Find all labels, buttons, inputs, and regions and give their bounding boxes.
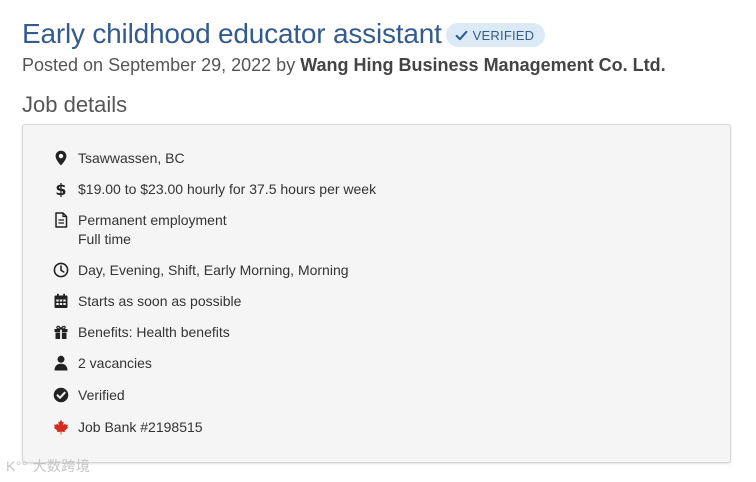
- detail-vacancies: 2 vacancies: [52, 354, 152, 373]
- watermark-text: 大数跨境: [32, 458, 91, 474]
- dollar-icon: $: [52, 180, 70, 198]
- employer-name: Wang Hing Business Management Co. Ltd.: [300, 55, 666, 75]
- detail-location: Tsawwassen, BC: [52, 149, 185, 168]
- job-title: Early childhood educator assistant: [22, 18, 442, 49]
- posted-date-text: Posted on September 29, 2022 by: [22, 55, 296, 75]
- detail-salary-text: $19.00 to $23.00 hourly for 37.5 hours p…: [78, 181, 377, 197]
- clock-icon: [52, 261, 70, 279]
- posted-line: Posted on September 29, 2022 by Wang Hin…: [22, 53, 746, 77]
- detail-job-bank-number: Job Bank #2198515: [52, 418, 203, 437]
- detail-schedule: Day, Evening, Shift, Early Morning, Morn…: [52, 261, 349, 280]
- svg-text:$: $: [55, 181, 66, 197]
- detail-verified-text: Verified: [78, 387, 125, 403]
- detail-schedule-text: Day, Evening, Shift, Early Morning, Morn…: [78, 262, 349, 278]
- checkmark-icon: [455, 30, 468, 40]
- detail-location-text: Tsawwassen, BC: [78, 150, 185, 166]
- detail-employment-hours: Full time: [78, 231, 131, 247]
- calendar-icon: [52, 292, 70, 310]
- watermark: K°° 大数跨境: [6, 456, 90, 476]
- detail-job-bank-text: Job Bank #2198515: [78, 419, 203, 435]
- title-row: Early childhood educator assistant VERIF…: [22, 17, 746, 51]
- verified-badge-label: VERIFIED: [472, 27, 535, 43]
- maple-leaf-icon: [52, 418, 70, 436]
- check-circle-icon: [52, 386, 70, 404]
- detail-employment-type: Permanent employment Full time: [52, 211, 227, 249]
- watermark-logo-icon: K°°: [6, 458, 29, 474]
- detail-benefits-text: Benefits: Health benefits: [78, 324, 230, 340]
- detail-start-date: Starts as soon as possible: [52, 292, 241, 311]
- gift-icon: [52, 323, 70, 341]
- job-details-panel: Tsawwassen, BC $ $19.00 to $23.00 hourly…: [22, 124, 731, 463]
- detail-vacancies-text: 2 vacancies: [78, 355, 152, 371]
- detail-start-date-text: Starts as soon as possible: [78, 293, 242, 309]
- detail-salary: $ $19.00 to $23.00 hourly for 37.5 hours…: [52, 180, 376, 199]
- detail-verified: Verified: [52, 386, 125, 405]
- document-icon: [52, 211, 70, 229]
- job-header: Early childhood educator assistant VERIF…: [22, 17, 746, 77]
- person-icon: [52, 354, 70, 372]
- location-icon: [52, 149, 70, 167]
- verified-badge: VERIFIED: [445, 23, 546, 47]
- detail-employment-term: Permanent employment: [78, 212, 227, 228]
- job-details-heading: Job details: [22, 92, 128, 117]
- detail-benefits: Benefits: Health benefits: [52, 323, 230, 342]
